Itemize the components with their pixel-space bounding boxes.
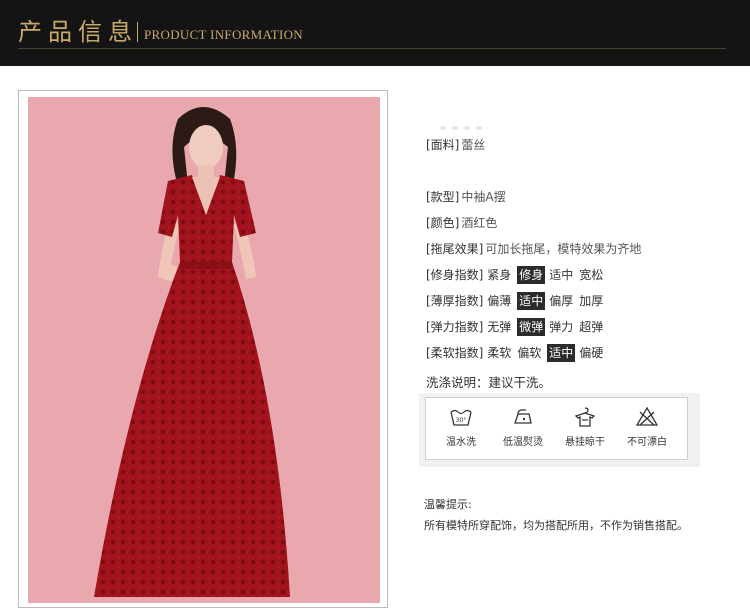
faint-decoration — [440, 115, 560, 130]
spec-fabric-key: [面料] — [426, 138, 460, 152]
tip-title: 温馨提示: — [424, 498, 472, 511]
model-illustration — [94, 107, 290, 597]
spec-style-key: [款型] — [426, 190, 460, 204]
hang-dry-icon — [573, 406, 597, 428]
header-divider — [18, 48, 726, 49]
care-instructions-box: 30° 温水洗 低温熨烫 悬挂晾干 不可漂白 — [425, 397, 688, 460]
spec-softness: [柔软指数] 柔软 偏软 适中 偏硬 — [426, 344, 609, 362]
spec-train-value: 可加长拖尾，模特效果为齐地 — [485, 242, 642, 256]
care-label-no-bleach: 不可漂白 — [627, 437, 667, 448]
spec-fit: [修身指数] 紧身 修身 适中 宽松 — [426, 266, 609, 284]
spec-softness-key: [柔软指数] — [426, 346, 484, 360]
spec-fit-option: 紧身 — [487, 268, 512, 282]
tip-text: 所有模特所穿配饰，均为搭配所用，不作为销售搭配。 — [424, 519, 688, 532]
header-title-en: PRODUCT INFORMATION — [144, 27, 303, 42]
care-item-warm-wash: 30° 温水洗 — [428, 406, 494, 448]
header-band: 产品信息 PRODUCT INFORMATION — [0, 0, 750, 66]
care-label-warm-wash: 温水洗 — [446, 437, 476, 448]
spec-fit-option: 适中 — [549, 268, 574, 282]
spec-style-value: 中袖A摆 — [461, 190, 506, 204]
spec-style: [款型] 中袖A摆 — [426, 188, 506, 206]
spec-softness-option: 柔软 — [487, 346, 512, 360]
washing-instructions: 洗涤说明：建议干洗。 — [426, 375, 552, 390]
spec-thickness-option: 偏薄 — [487, 294, 512, 308]
care-item-low-iron: 低温熨烫 — [490, 406, 556, 448]
spec-fit-option-selected: 修身 — [517, 266, 546, 284]
spec-thickness-key: [薄厚指数] — [426, 294, 484, 308]
product-photo-frame — [18, 90, 388, 608]
spec-elasticity-key: [弹力指数] — [426, 320, 484, 334]
spec-color-value: 酒红色 — [461, 216, 498, 230]
spec-elasticity-option: 无弹 — [487, 320, 512, 334]
spec-thickness-option: 偏厚 — [549, 294, 574, 308]
spec-softness-option: 偏硬 — [579, 346, 604, 360]
spec-softness-option: 偏软 — [517, 346, 542, 360]
spec-color-key: [颜色] — [426, 216, 460, 230]
product-photo — [28, 97, 380, 603]
spec-thickness: [薄厚指数] 偏薄 适中 偏厚 加厚 — [426, 292, 609, 310]
svg-text:30°: 30° — [456, 417, 467, 424]
spec-train: [拖尾效果] 可加长拖尾，模特效果为齐地 — [426, 240, 641, 258]
care-label-hang-dry: 悬挂晾干 — [565, 437, 605, 448]
spec-fit-key: [修身指数] — [426, 268, 484, 282]
care-label-low-iron: 低温熨烫 — [503, 437, 543, 448]
spec-fabric: [面料] 蕾丝 — [426, 136, 485, 154]
warm-water-wash-icon: 30° — [449, 406, 473, 428]
spec-color: [颜色] 酒红色 — [426, 214, 497, 232]
spec-elasticity-option: 超弹 — [579, 320, 604, 334]
spec-softness-option-selected: 适中 — [547, 344, 576, 362]
header-separator — [137, 22, 138, 42]
spec-elasticity-option-selected: 微弹 — [517, 318, 546, 336]
header-title-cn: 产品信息 — [18, 18, 138, 46]
no-bleach-icon — [635, 406, 659, 428]
spec-thickness-option: 加厚 — [579, 294, 604, 308]
spec-elasticity-option: 弹力 — [549, 320, 574, 334]
spec-fit-option: 宽松 — [579, 268, 604, 282]
care-item-hang-dry: 悬挂晾干 — [552, 406, 618, 448]
low-temp-iron-icon — [511, 406, 535, 428]
spec-thickness-option-selected: 适中 — [517, 292, 546, 310]
spec-train-key: [拖尾效果] — [426, 242, 484, 256]
spec-elasticity: [弹力指数] 无弹 微弹 弹力 超弹 — [426, 318, 609, 336]
care-item-no-bleach: 不可漂白 — [614, 406, 680, 448]
spec-fabric-value: 蕾丝 — [461, 138, 486, 152]
